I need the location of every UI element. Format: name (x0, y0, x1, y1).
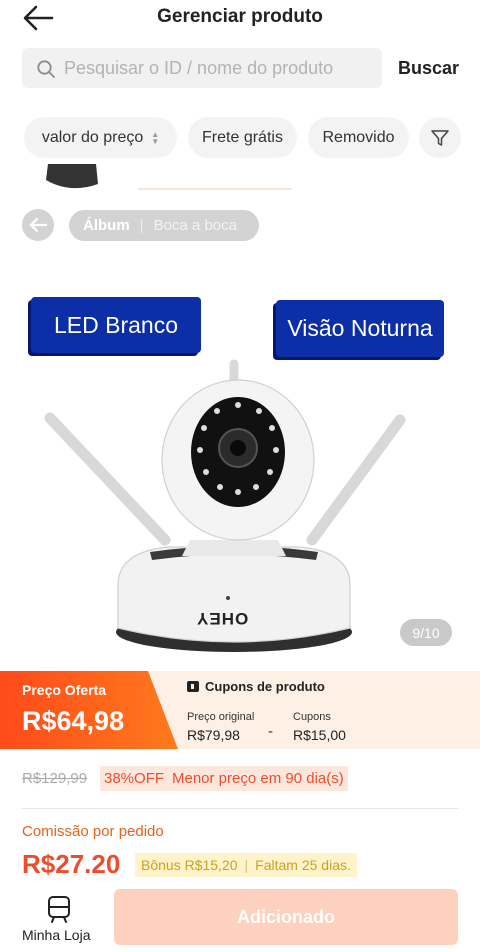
night-vision-badge: Visão Noturna (276, 300, 444, 357)
tab-album[interactable]: Álbum (69, 217, 130, 234)
led-badge: LED Branco (31, 297, 201, 353)
image-counter: 9/10 (400, 619, 452, 646)
original-price-value: R$79,98 (187, 727, 240, 743)
price-sort-chip[interactable]: valor do preço ▲ ▼ (24, 117, 177, 158)
free-shipping-chip[interactable]: Frete grátis (188, 117, 297, 158)
filter-button[interactable] (419, 117, 461, 158)
search-icon (36, 59, 56, 79)
coupons-label: Cupons (293, 711, 331, 723)
product-coupons-title: Cupons de produto (205, 679, 325, 694)
tab-word-of-mouth[interactable]: Boca a boca (154, 217, 237, 234)
search-button[interactable]: Buscar (398, 58, 459, 79)
removed-label: Removido (322, 128, 395, 146)
price-sort-label: valor do preço (41, 128, 144, 146)
search-placeholder: Pesquisar o ID / nome do produto (64, 58, 334, 78)
old-price: R$129,99 (22, 770, 88, 787)
coupons-value: R$15,00 (293, 727, 346, 743)
previous-item-peek (138, 188, 292, 190)
discount-badge: 38%OFF (100, 766, 169, 791)
original-price-label: Preço original (187, 711, 255, 723)
bonus-amount: Bônus R$15,20 (141, 857, 238, 873)
my-store-label[interactable]: Minha Loja (22, 927, 91, 943)
funnel-icon (431, 129, 449, 146)
store-icon[interactable] (46, 895, 72, 923)
bonus-badge: Bônus R$15,20 | Faltam 25 dias. (135, 853, 357, 877)
page-title: Gerenciar produto (157, 6, 323, 27)
commission-label: Comissão por pedido (22, 823, 164, 840)
removed-chip[interactable]: Removido (308, 117, 409, 158)
product-coupons-header: Cupons de produto (187, 679, 325, 694)
bonus-remaining: Faltam 25 dias. (255, 857, 351, 873)
gallery-back-button[interactable] (22, 209, 54, 241)
added-button[interactable]: Adicionado (114, 889, 458, 945)
lowest-price-badge: Menor preço em 90 dia(s) (168, 766, 348, 791)
left-arrow-icon (29, 217, 48, 233)
commission-value: R$27.20 (22, 849, 121, 879)
sort-arrows-icon: ▲ ▼ (151, 129, 160, 146)
price-dash: - (268, 723, 273, 740)
divider (22, 808, 458, 809)
brand-text: OHEY (196, 609, 249, 628)
free-shipping-label: Frete grátis (202, 128, 283, 146)
bonus-separator: | (244, 857, 249, 873)
coupon-icon (187, 681, 199, 692)
album-toggle[interactable]: Álbum | Boca a boca (69, 210, 259, 241)
offer-price: R$64,98 (22, 706, 125, 736)
tab-separator: | (139, 217, 144, 234)
offer-label: Preço Oferta (22, 682, 107, 698)
search-input[interactable]: Pesquisar o ID / nome do produto (22, 48, 382, 88)
